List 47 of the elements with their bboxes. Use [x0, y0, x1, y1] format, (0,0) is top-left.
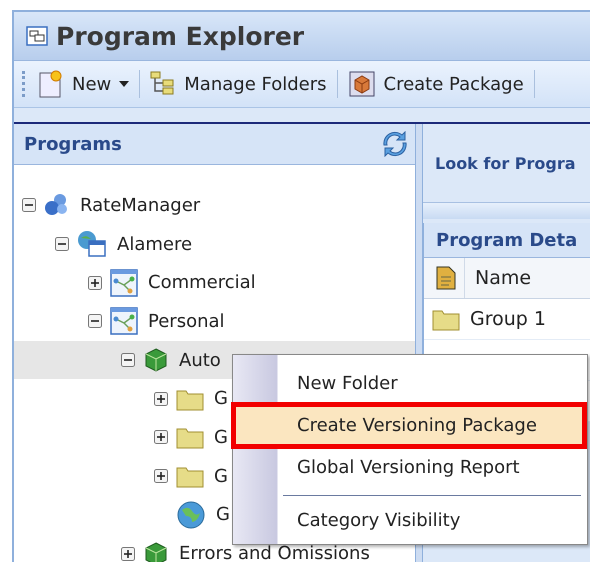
package-icon: [348, 70, 376, 98]
details-panel-title: Program Deta: [436, 230, 578, 250]
table-cell: Group 1: [470, 308, 546, 330]
tree-item-label: RateManager: [80, 194, 200, 216]
panel-title: Programs: [24, 134, 122, 154]
globe-icon: [176, 500, 206, 530]
expander-icon[interactable]: [121, 546, 135, 561]
tree-item-label: Errors and Omissions: [179, 543, 370, 562]
tree-item-label: G: [214, 388, 228, 410]
tree-item-label: G: [214, 466, 228, 487]
cube-icon: [143, 347, 169, 374]
expander-icon[interactable]: [154, 392, 168, 406]
expander-icon[interactable]: [154, 469, 168, 484]
tree-item-label: G: [216, 504, 230, 526]
toolbar-button[interactable]: New: [32, 67, 136, 101]
tree-item-label: Alamere: [117, 234, 192, 255]
expander-icon[interactable]: [22, 198, 36, 212]
tree-item-label: Auto: [179, 350, 221, 371]
window-title: Program Explorer: [56, 22, 304, 50]
tree-item-label: Commercial: [148, 272, 256, 294]
search-panel-title: Look for Progra: [435, 154, 576, 172]
tree-item[interactable]: Alamere: [14, 224, 415, 264]
new-document-icon: [38, 69, 64, 99]
tree-item[interactable]: Commercial: [14, 263, 415, 302]
expander-icon[interactable]: [88, 276, 102, 290]
tree-item[interactable]: RateManager: [14, 186, 415, 225]
window-icon: [26, 26, 48, 46]
menu-item[interactable]: Create Versioning Package: [235, 406, 583, 445]
toolbar-button[interactable]: Create Package: [342, 68, 530, 100]
expander-icon[interactable]: [154, 430, 168, 444]
cubes-icon: [44, 193, 70, 218]
flow-chart-icon: [110, 307, 138, 336]
globe-window-icon: [77, 230, 107, 258]
flow-chart-icon: [110, 268, 138, 297]
document-icon: [436, 266, 456, 290]
expander-icon[interactable]: [55, 237, 69, 252]
tree-item-label: G: [214, 426, 228, 448]
folder-tree-icon: [150, 71, 176, 97]
expander-icon[interactable]: [88, 314, 102, 328]
caret-icon: [119, 81, 130, 87]
expander-icon[interactable]: [121, 353, 135, 368]
tree-item-label: Personal: [148, 310, 225, 332]
menu-item[interactable]: Global Versioning Report: [235, 448, 583, 487]
tree-item[interactable]: Personal: [14, 302, 415, 341]
toolbar-button[interactable]: Manage Folders: [144, 69, 332, 99]
refresh-icon[interactable]: [383, 131, 407, 157]
cube-icon: [143, 540, 169, 562]
